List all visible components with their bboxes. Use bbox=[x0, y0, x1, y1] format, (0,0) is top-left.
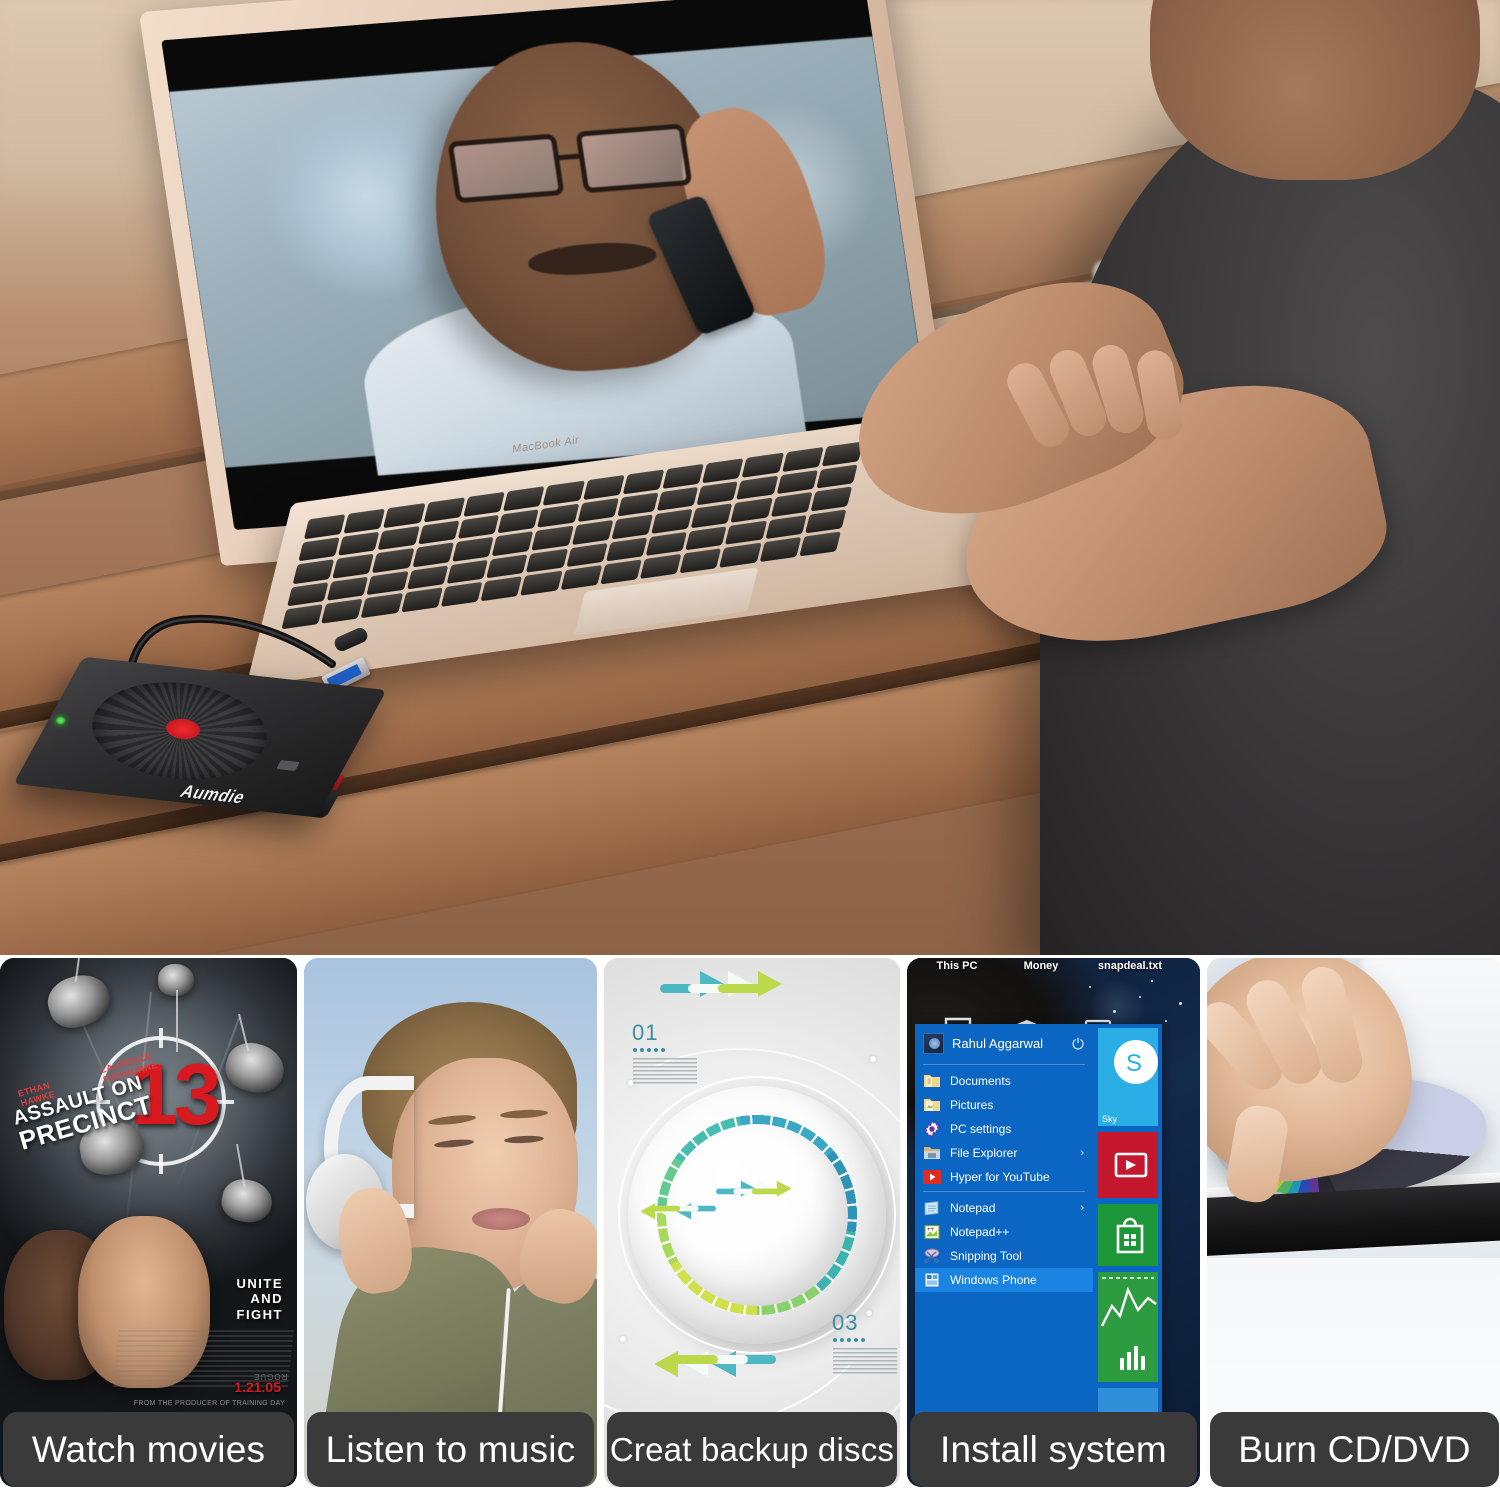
start-menu-item-windows-phone[interactable]: Windows Phone bbox=[915, 1268, 1093, 1292]
tile-label: Sky bbox=[1102, 1114, 1118, 1124]
scissors-icon bbox=[923, 1248, 941, 1264]
poster-producer-credit: FROM THE PRODUCER OF TRAINING DAY bbox=[133, 1400, 285, 1407]
tagline-line2: AND bbox=[250, 1291, 283, 1307]
backup-infographic: 01 03 bbox=[604, 958, 900, 1487]
avatar bbox=[923, 1033, 944, 1054]
store-tile[interactable] bbox=[1098, 1204, 1158, 1266]
step-number-01: 01 bbox=[632, 1020, 659, 1045]
panel-watch-movies[interactable]: 13 ETHAN HAWKE LAURENCE FISHBURNE ASSAUL… bbox=[0, 958, 297, 1487]
desktop-icon-labels: This PC Money snapdeal.txt bbox=[907, 960, 1200, 978]
start-menu-item-snipping-tool[interactable]: Snipping Tool bbox=[915, 1244, 1093, 1268]
windows-desktop: This PC Money snapdeal.txt Rahul Aggarwa… bbox=[907, 958, 1200, 1487]
chevron-right-icon: › bbox=[1080, 1202, 1084, 1214]
panel-install-system[interactable]: This PC Money snapdeal.txt Rahul Aggarwa… bbox=[907, 958, 1200, 1487]
desktop-icon-label-money[interactable]: Money bbox=[1007, 960, 1075, 978]
media-tile[interactable] bbox=[1098, 1132, 1158, 1198]
panel-caption: Listen to music bbox=[307, 1412, 594, 1487]
desktop-icon-label-this-pc[interactable]: This PC bbox=[907, 960, 1007, 978]
item-label: Documents bbox=[950, 1074, 1011, 1088]
divider bbox=[923, 1191, 1085, 1192]
panel-create-backup-discs[interactable]: 01 03 Creat backup discs bbox=[604, 958, 900, 1487]
start-menu-item-notepad-plus-plus[interactable]: ++ Notepad++ bbox=[915, 1220, 1093, 1244]
burn-disc-photo bbox=[1207, 958, 1500, 1487]
panel-caption: Watch movies bbox=[3, 1412, 294, 1487]
user-name: Rahul Aggarwal bbox=[952, 1036, 1044, 1051]
start-menu-tiles: S Sky bbox=[1093, 1024, 1162, 1432]
documents-folder-icon bbox=[923, 1073, 941, 1089]
start-menu-item-notepad[interactable]: Notepad › bbox=[915, 1196, 1093, 1220]
poster-tagline: UNITE AND FIGHT bbox=[237, 1276, 284, 1322]
youtube-play-icon bbox=[923, 1169, 941, 1185]
step-number-03: 03 bbox=[832, 1310, 859, 1335]
start-menu-left-column: Rahul Aggarwal ⏻ Documents Pictures PC s… bbox=[915, 1024, 1093, 1424]
soldier-silhouette bbox=[220, 1036, 290, 1100]
feature-panel-strip: 13 ETHAN HAWKE LAURENCE FISHBURNE ASSAUL… bbox=[0, 958, 1500, 1493]
panel-caption: Burn CD/DVD bbox=[1210, 1412, 1499, 1487]
item-label: PC settings bbox=[950, 1122, 1012, 1136]
panel-listen-to-music[interactable]: Listen to music bbox=[304, 958, 597, 1487]
svg-text:S: S bbox=[1126, 1050, 1142, 1077]
item-label: Snipping Tool bbox=[950, 1249, 1022, 1263]
power-icon[interactable]: ⏻ bbox=[1072, 1036, 1084, 1053]
svg-text:++: ++ bbox=[927, 1227, 935, 1233]
step-dots-03 bbox=[833, 1338, 865, 1342]
item-label: Notepad++ bbox=[950, 1225, 1010, 1239]
item-label: Notepad bbox=[950, 1201, 996, 1215]
woman-lips bbox=[472, 1208, 530, 1230]
gear-icon bbox=[923, 1120, 941, 1138]
notepad-icon bbox=[923, 1200, 941, 1216]
movie-scene bbox=[168, 31, 929, 476]
item-label: Pictures bbox=[950, 1098, 994, 1112]
start-menu-item-file-explorer[interactable]: File Explorer › bbox=[915, 1141, 1093, 1165]
start-menu-item-pc-settings[interactable]: PC settings bbox=[915, 1117, 1093, 1141]
start-menu-item-hyper-for-youtube[interactable]: Hyper for YouTube bbox=[915, 1165, 1093, 1189]
decor-dot bbox=[620, 1336, 626, 1342]
step-dots-01 bbox=[633, 1048, 665, 1052]
soldier-silhouette bbox=[41, 967, 117, 1035]
start-menu-user[interactable]: Rahul Aggarwal bbox=[915, 1024, 1093, 1062]
tagline-line1: UNITE bbox=[236, 1276, 283, 1291]
tagline-line3: FIGHT bbox=[236, 1306, 283, 1322]
start-menu-item-pictures[interactable]: Pictures bbox=[915, 1093, 1093, 1117]
notepad-plus-icon: ++ bbox=[923, 1224, 941, 1240]
poster-release-date: 1.21.05 bbox=[234, 1379, 281, 1395]
movie-poster: 13 ETHAN HAWKE LAURENCE FISHBURNE ASSAUL… bbox=[0, 958, 297, 1487]
windows-phone-icon bbox=[923, 1272, 941, 1288]
divider bbox=[923, 1064, 1085, 1065]
panel-burn-cd-dvd[interactable]: Burn CD/DVD bbox=[1207, 958, 1500, 1487]
decor-dot bbox=[870, 1056, 876, 1062]
soldier-silhouette bbox=[218, 1175, 276, 1227]
decor-dot bbox=[866, 1310, 872, 1316]
desktop-icon-label-snapdeal[interactable]: snapdeal.txt bbox=[1075, 960, 1185, 978]
music-photo bbox=[304, 958, 597, 1487]
pictures-folder-icon bbox=[923, 1097, 941, 1113]
person-using-laptop bbox=[824, 0, 1500, 955]
step-text-01 bbox=[633, 1058, 697, 1084]
start-menu-item-documents[interactable]: Documents bbox=[915, 1069, 1093, 1093]
skype-tile[interactable]: S Sky bbox=[1098, 1028, 1158, 1126]
drive-status-led bbox=[56, 717, 65, 724]
item-label: Windows Phone bbox=[950, 1273, 1037, 1287]
panel-caption: Creat backup discs bbox=[607, 1412, 897, 1487]
chevron-right-icon: › bbox=[1080, 1147, 1084, 1159]
item-label: Hyper for YouTube bbox=[950, 1170, 1050, 1184]
start-menu: Rahul Aggarwal ⏻ Documents Pictures PC s… bbox=[915, 1024, 1162, 1432]
file-explorer-icon bbox=[923, 1145, 941, 1161]
finance-tile[interactable] bbox=[1098, 1272, 1158, 1382]
external-dvd-drive: Aumdie bbox=[13, 655, 400, 865]
item-label: File Explorer bbox=[950, 1146, 1018, 1160]
panel-caption: Install system bbox=[910, 1412, 1197, 1487]
hero-product-photo: 让他徐喜欢是 对方让他20分钟内送到 MacBook Air bbox=[0, 0, 1500, 955]
step-text-03 bbox=[833, 1348, 897, 1374]
